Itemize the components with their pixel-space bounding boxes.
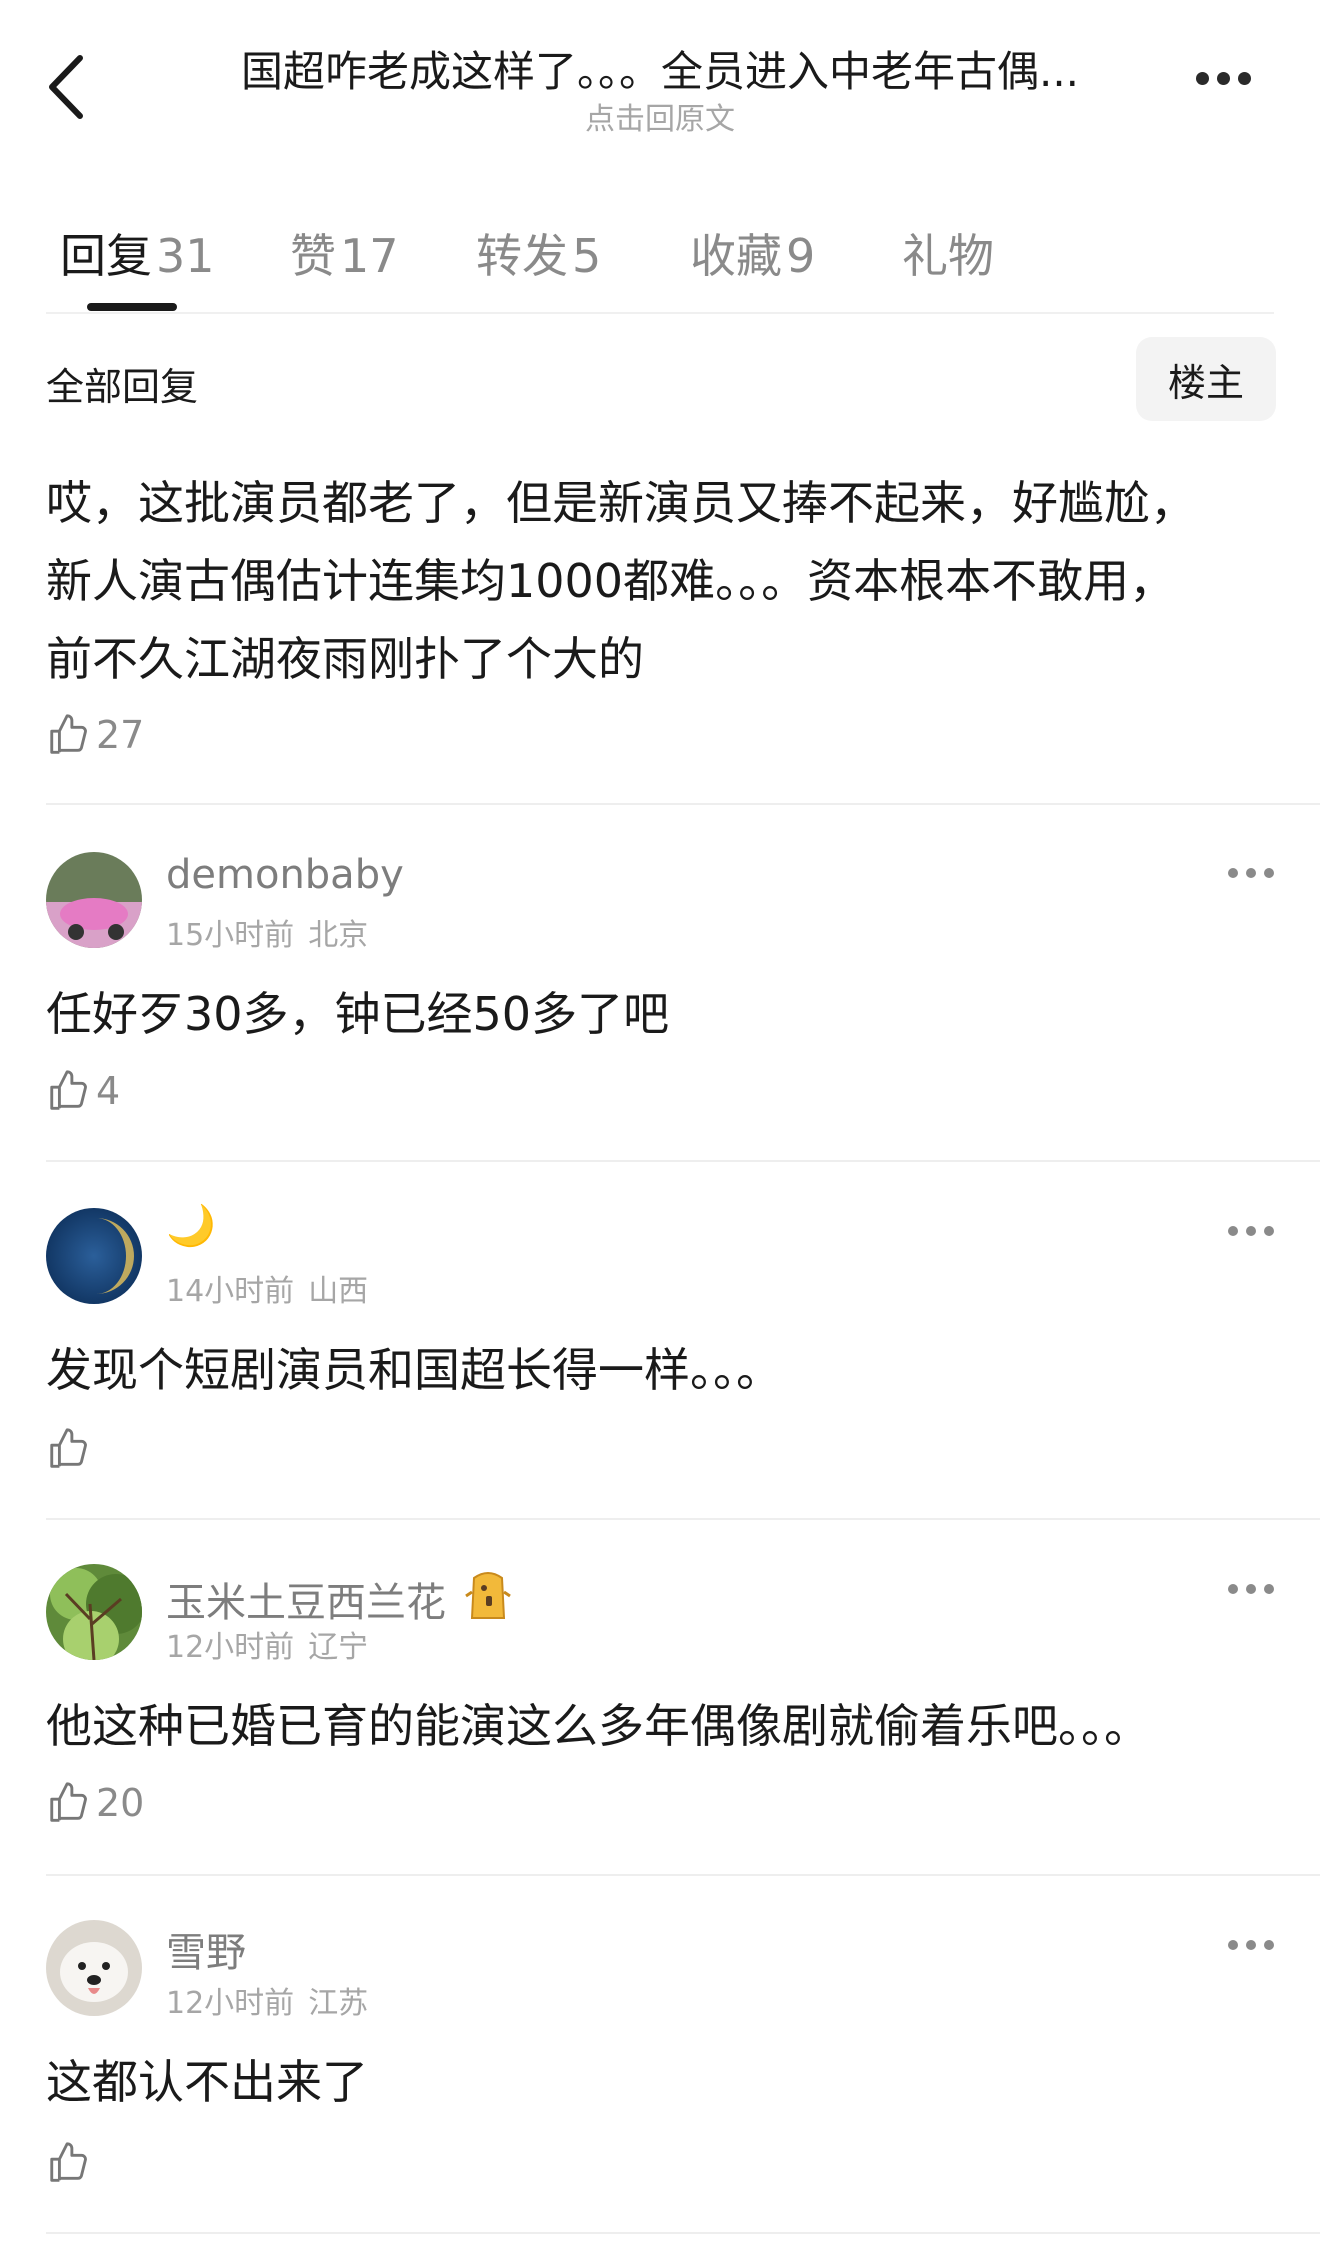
username-text: 玉米土豆西兰花 <box>166 1580 446 1626</box>
owner-only-button[interactable]: 楼主 <box>1136 337 1276 421</box>
tab-replies[interactable]: 回复31 <box>60 220 215 286</box>
comment-more-icon[interactable] <box>1228 868 1274 880</box>
comment-text: 发现个短剧演员和国超长得一样。。。 <box>46 1343 782 1397</box>
username[interactable]: 雪野 <box>166 1920 246 1978</box>
comment-more-icon[interactable] <box>1228 1584 1274 1596</box>
thumbs-up-icon <box>50 2142 87 2182</box>
thumbs-up-icon <box>50 1070 87 1110</box>
like-count: 27 <box>96 713 145 757</box>
comment-meta: 12小时前 辽宁 <box>166 1622 368 1666</box>
tab-count: 31 <box>156 229 215 283</box>
badge-icon <box>462 1566 514 1632</box>
comment-location: 北京 <box>308 918 369 953</box>
comment-meta: 14小时前 山西 <box>166 1266 368 1310</box>
divider <box>46 1160 1320 1162</box>
tab-gifts[interactable]: 礼物 <box>902 220 994 286</box>
comment-more-icon[interactable] <box>1228 1940 1274 1952</box>
comment-time: 12小时前 <box>166 1986 295 2021</box>
tab-count: 17 <box>340 229 399 283</box>
back-to-original-link[interactable]: 点击回原文 <box>150 94 1170 138</box>
comment-location: 辽宁 <box>308 1630 369 1665</box>
tabs-divider <box>46 312 1274 314</box>
tab-favorites[interactable]: 收藏9 <box>690 220 815 286</box>
tab-likes[interactable]: 赞17 <box>290 220 399 286</box>
thumbs-up-icon <box>50 1782 87 1822</box>
comment-more-icon[interactable] <box>1228 1226 1274 1238</box>
top-reply-line: 前不久江湖夜雨刚扑了个大的 <box>46 632 644 686</box>
tab-reposts[interactable]: 转发5 <box>476 220 601 286</box>
comment-location: 山西 <box>308 1274 369 1309</box>
comment-text: 他这种已婚已育的能演这么多年偶像剧就偷着乐吧。。。 <box>46 1699 1150 1753</box>
active-tab-indicator <box>87 303 177 311</box>
tab-label: 赞 <box>290 229 336 283</box>
like-count: 4 <box>96 1069 121 1113</box>
avatar[interactable] <box>46 1920 142 2016</box>
comment-meta: 15小时前 北京 <box>166 910 368 954</box>
tab-label: 礼物 <box>902 229 994 283</box>
divider <box>46 2232 1320 2234</box>
avatar[interactable] <box>46 1564 142 1660</box>
like-button[interactable]: 4 <box>46 1068 120 1114</box>
comment-text: 任好歹30多，钟已经50多了吧 <box>46 987 670 1041</box>
like-button[interactable] <box>46 2140 96 2186</box>
comment-time: 15小时前 <box>166 918 295 953</box>
top-reply-line: 哎，这批演员都老了，但是新演员又捧不起来，好尴尬， <box>46 476 1196 530</box>
comment-meta: 12小时前 江苏 <box>166 1978 368 2022</box>
thumbs-up-icon <box>50 714 87 754</box>
like-button[interactable]: 20 <box>46 1780 144 1826</box>
post-title[interactable]: 国超咋老成这样了。。。全员进入中老年古偶... <box>150 38 1170 99</box>
comment-text: 这都认不出来了 <box>46 2055 368 2109</box>
tab-label: 收藏 <box>690 229 782 283</box>
more-options-icon[interactable] <box>1196 70 1260 94</box>
top-reply-text: 哎，这批演员都老了，但是新演员又捧不起来，好尴尬， 新人演古偶估计连集均1000… <box>46 464 1276 698</box>
like-button[interactable]: 27 <box>46 712 144 758</box>
comment-time: 12小时前 <box>166 1630 295 1665</box>
divider <box>46 803 1320 805</box>
top-reply-line: 新人演古偶估计连集均1000都难。。。资本根本不敢用， <box>46 554 1176 608</box>
tab-label: 回复 <box>60 229 152 283</box>
comment-time: 14小时前 <box>166 1274 295 1309</box>
back-icon[interactable] <box>44 52 94 122</box>
avatar[interactable] <box>46 852 142 948</box>
divider <box>46 1874 1320 1876</box>
divider <box>46 1518 1320 1520</box>
comment-location: 江苏 <box>308 1986 369 2021</box>
like-count: 20 <box>96 1781 145 1825</box>
username[interactable]: demonbaby <box>166 852 404 898</box>
tab-label: 转发 <box>476 229 568 283</box>
username[interactable]: 🌙 <box>166 1202 216 1249</box>
all-replies-label: 全部回复 <box>46 365 199 409</box>
avatar[interactable] <box>46 1208 142 1304</box>
like-button[interactable] <box>46 1426 96 1472</box>
tab-count: 5 <box>572 229 602 283</box>
thumbs-up-icon <box>50 1428 87 1468</box>
tab-count: 9 <box>786 229 816 283</box>
